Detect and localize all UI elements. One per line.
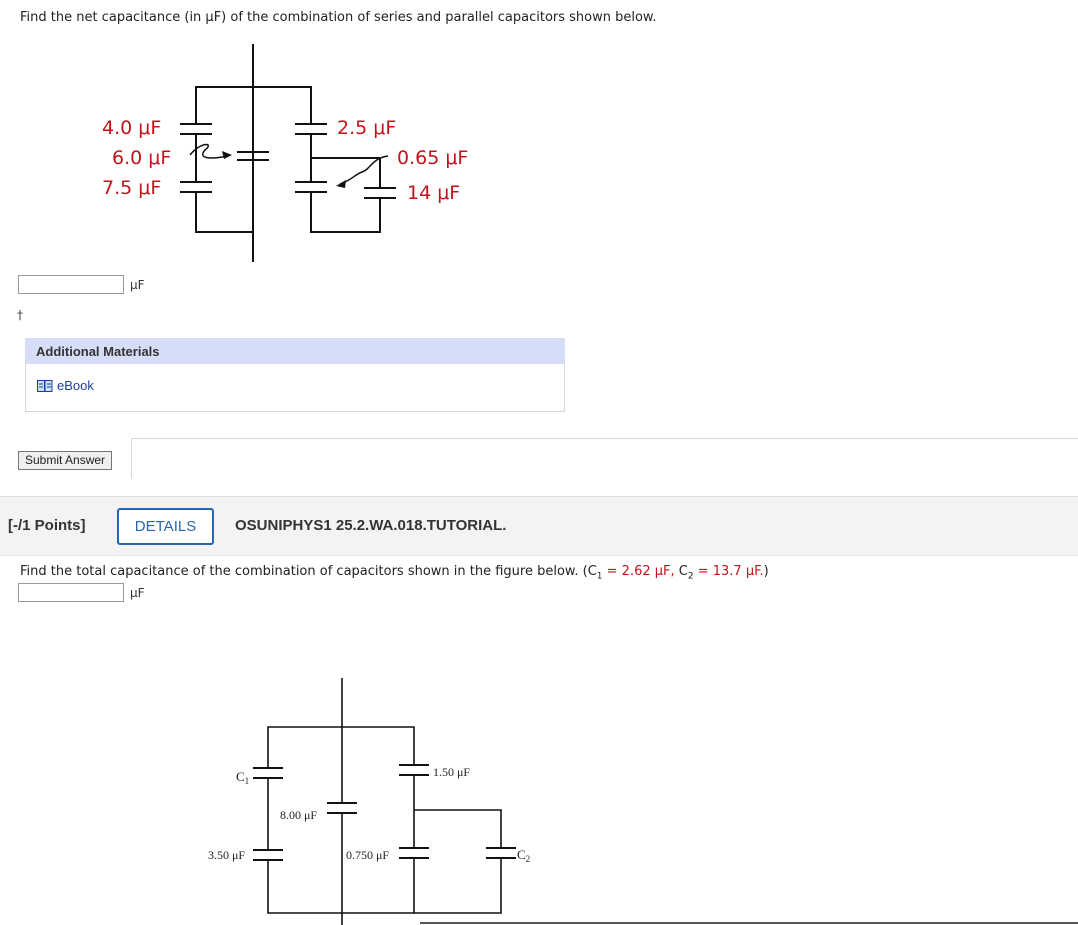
additional-materials-header: Additional Materials (25, 338, 565, 364)
question2-prompt: Find the total capacitance of the combin… (20, 564, 769, 582)
label-3-50-uf: 3.50 μF (208, 848, 245, 862)
label-14-uf: 14 μF (407, 182, 460, 204)
answer-input-1[interactable] (18, 275, 124, 294)
dagger-mark: † (17, 308, 23, 322)
question2-header-bar: [-/1 Points] DETAILS OSUNIPHYS1 25.2.WA.… (0, 496, 1078, 556)
label-7-5-uf: 7.5 μF (102, 177, 161, 199)
c2-symbol: C (678, 564, 688, 579)
c1-symbol: C (587, 564, 597, 579)
unit-label-1: μF (130, 278, 145, 292)
circuit-diagram-2: C1 1.50 μF 8.00 μF 3.50 μF 0.750 μF C2 (208, 678, 530, 925)
points-label: [-/1 Points] (8, 517, 86, 534)
svg-text:C1: C1 (236, 769, 249, 786)
circuit-diagram-1: 4.0 μF 6.0 μF 7.5 μF 2.5 μF 0.65 μF 14 μ… (102, 44, 468, 262)
label-c1-sub: 1 (245, 776, 250, 786)
label-c2: C (517, 847, 526, 862)
submit-answer-button[interactable]: Submit Answer (18, 451, 113, 470)
label-c2-sub: 2 (526, 854, 531, 864)
additional-materials-panel: eBook (25, 364, 565, 412)
ebook-label: eBook (57, 378, 94, 393)
book-icon (37, 379, 53, 392)
prompt-start: Find the total capacitance of the combin… (20, 564, 588, 579)
question-id: OSUNIPHYS1 25.2.WA.018.TUTORIAL. (235, 517, 507, 534)
answer-input-2[interactable] (18, 583, 124, 602)
submit-divider (131, 438, 1078, 479)
prompt-end: ) (763, 564, 769, 579)
c2-value: = 13.7 μF. (693, 564, 764, 579)
c1-value: = 2.62 μF, (602, 564, 679, 579)
ebook-link[interactable]: eBook (37, 378, 94, 393)
svg-text:C2: C2 (517, 847, 530, 864)
label-6-0-uf: 6.0 μF (112, 147, 171, 169)
label-0-750-uf: 0.750 μF (346, 848, 389, 862)
bottom-divider (420, 922, 1078, 924)
label-c1: C (236, 769, 245, 784)
details-button[interactable]: DETAILS (117, 508, 214, 545)
label-0-65-uf: 0.65 μF (397, 147, 468, 169)
unit-label-2: μF (130, 586, 145, 600)
label-2-5-uf: 2.5 μF (337, 117, 396, 139)
additional-materials-title: Additional Materials (36, 344, 160, 359)
label-8-00-uf: 8.00 μF (280, 808, 317, 822)
label-1-50-uf: 1.50 μF (433, 765, 470, 779)
label-4-0-uf: 4.0 μF (102, 117, 161, 139)
